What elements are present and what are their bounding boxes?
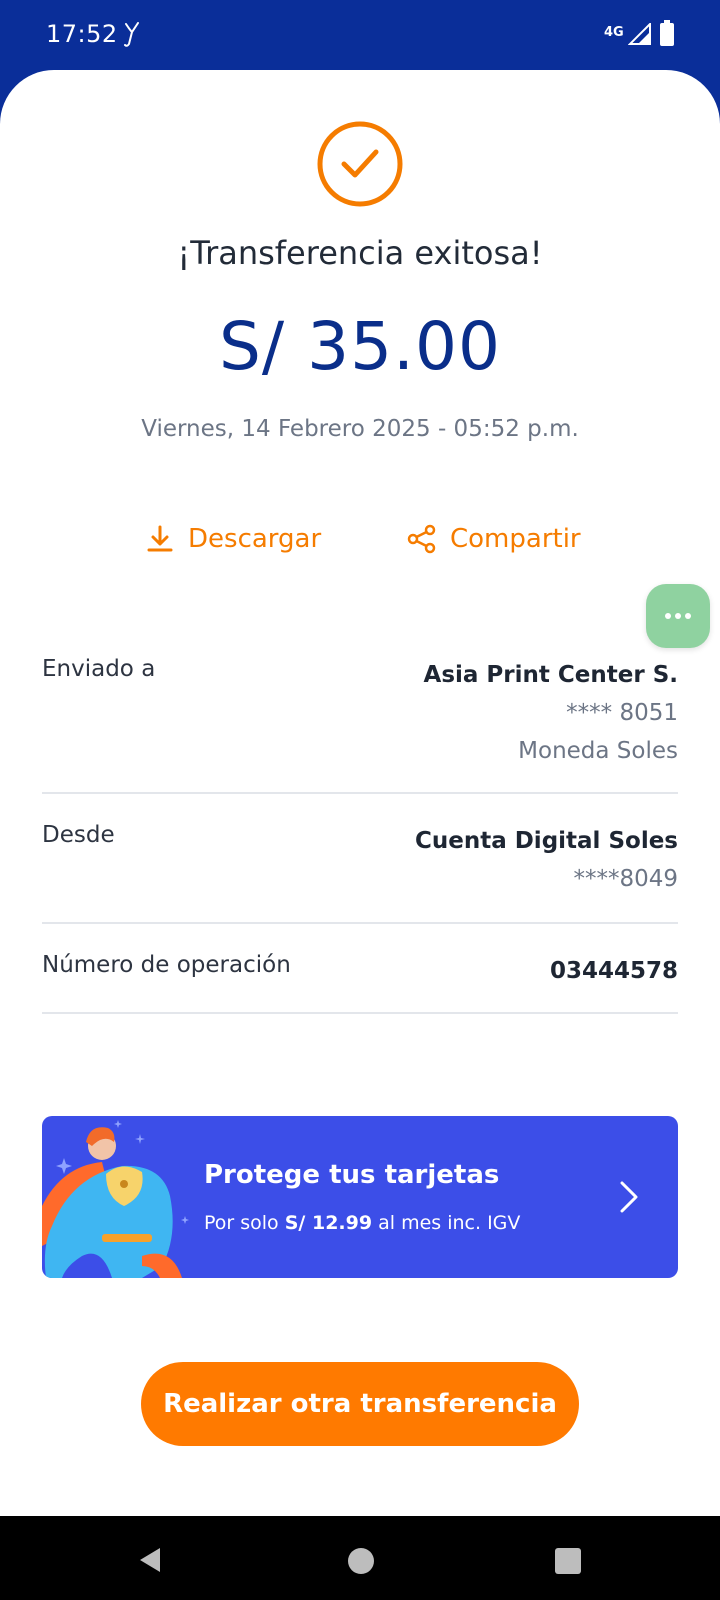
network-type: 4G	[604, 25, 624, 40]
sent-to-row: Enviado a Asia Print Center S. **** 8051…	[42, 656, 678, 786]
recipient-name: Asia Print Center S.	[423, 662, 678, 688]
promo-price: S/ 12.99	[284, 1212, 373, 1234]
sent-to-label: Enviado a	[42, 656, 156, 682]
recipient-currency: Moneda Soles	[518, 738, 678, 764]
promo-banner[interactable]: Protege tus tarjetas Por solo S/ 12.99 a…	[42, 1116, 678, 1278]
home-icon[interactable]	[348, 1548, 374, 1574]
new-transfer-button[interactable]: Realizar otra transferencia	[141, 1362, 579, 1446]
status-bar: 17:52 4G	[0, 0, 720, 72]
from-account-name: Cuenta Digital Soles	[414, 828, 678, 854]
share-icon	[407, 524, 436, 554]
success-check-icon	[317, 121, 403, 207]
status-time: 17:52	[46, 20, 118, 48]
promo-sub-suffix: al mes inc. IGV	[378, 1212, 521, 1234]
divider	[42, 922, 678, 924]
from-label: Desde	[42, 822, 115, 848]
chat-dots-icon	[665, 613, 671, 619]
from-values: Cuenta Digital Soles ****8049	[415, 822, 678, 898]
recipient-account: **** 8051	[566, 700, 678, 726]
divider	[42, 1012, 678, 1014]
system-nav-bar	[0, 1516, 720, 1600]
download-label: Descargar	[188, 524, 322, 554]
battery-icon	[660, 20, 674, 46]
download-icon	[147, 525, 173, 552]
chat-dot	[675, 613, 681, 619]
transfer-datetime: Viernes, 14 Febrero 2025 - 05:52 p.m.	[141, 416, 579, 442]
chevron-right-icon	[620, 1181, 638, 1213]
promo-sub-prefix: Por solo	[204, 1212, 279, 1234]
operation-number: 03444578	[549, 958, 678, 984]
sent-to-values: Asia Print Center S. **** 8051 Moneda So…	[424, 656, 678, 770]
chat-dot	[685, 613, 691, 619]
operation-row: Número de operación 03444578	[42, 952, 678, 992]
from-row: Desde Cuenta Digital Soles ****8049	[42, 822, 678, 902]
share-button[interactable]: Compartir	[406, 518, 581, 560]
operation-values: 03444578	[550, 952, 678, 990]
operation-label: Número de operación	[42, 952, 291, 978]
download-button[interactable]: Descargar	[144, 518, 321, 560]
share-label: Compartir	[450, 524, 581, 554]
transfer-amount: S/ 35.00	[218, 308, 502, 385]
signal-icon	[628, 23, 651, 45]
success-title: ¡Transferencia exitosa!	[177, 234, 543, 272]
yape-icon	[124, 22, 139, 47]
promo-title: Protege tus tarjetas	[204, 1160, 500, 1190]
promo-subtitle: Por solo S/ 12.99 al mes inc. IGV	[204, 1212, 520, 1234]
receipt-card: ¡Transferencia exitosa! S/ 35.00 Viernes…	[0, 70, 720, 1516]
back-icon[interactable]	[136, 1546, 164, 1574]
from-account-number: ****8049	[573, 866, 678, 892]
recents-icon[interactable]	[555, 1548, 581, 1574]
divider	[42, 792, 678, 794]
superhero-illustration	[42, 1120, 189, 1278]
chat-bubble-button[interactable]	[646, 584, 710, 648]
